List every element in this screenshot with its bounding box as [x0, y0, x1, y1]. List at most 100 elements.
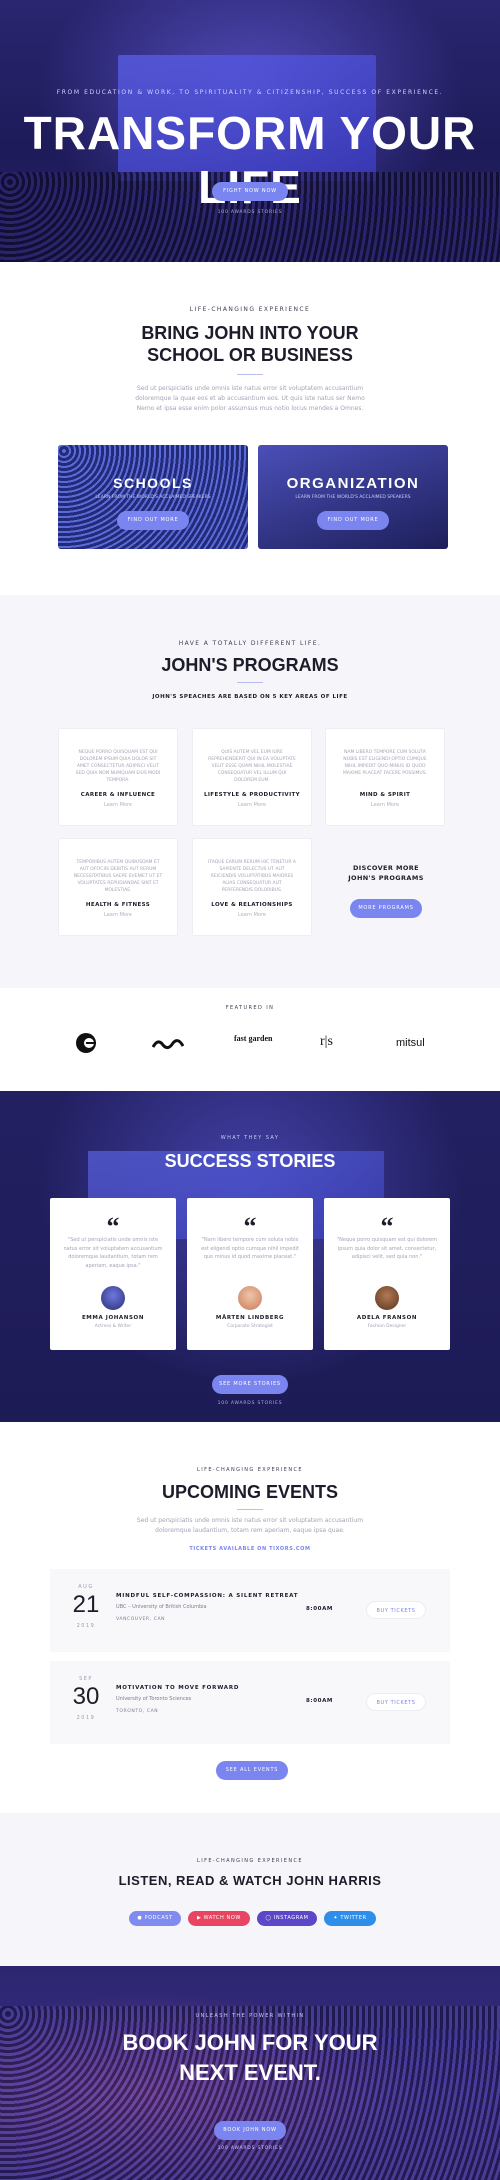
program-card[interactable]: NEQUE PORRO QUISQUAM EST QUI DOLOREM IPS…: [58, 728, 178, 826]
see-more-stories-button[interactable]: SEE MORE STORIES: [212, 1375, 288, 1394]
hero-tagline: FROM EDUCATION & WORK, TO SPIRITUALITY &…: [56, 89, 444, 96]
buy-tickets-button[interactable]: BUY TICKETS: [366, 1693, 426, 1711]
bring-title-line-2: SCHOOL OR BUSINESS: [147, 345, 353, 365]
hero-section: FROM EDUCATION & WORK, TO SPIRITUALITY &…: [0, 0, 500, 262]
event-venue: University of Toronto Sciences: [116, 1696, 192, 1702]
event-title: MINDFUL SELF-COMPASSION: A SILENT RETREA…: [116, 1593, 299, 1599]
avatar: [375, 1286, 399, 1310]
event-row: SEP 30 2019 MOTIVATION TO MOVE FORWARD U…: [50, 1661, 450, 1744]
program-card-title: MIND & SPIRIT: [359, 792, 411, 798]
event-time: 8:00AM: [306, 1698, 334, 1704]
bring-paragraph-line: doloremque la quae eos et ab accusantium…: [135, 395, 365, 402]
podcast-label: PODCAST: [144, 1915, 173, 1921]
event-location: VANCOUVER, CAN: [116, 1617, 166, 1622]
featured-logo-fast-garden: fast garden: [234, 1034, 273, 1043]
see-all-events-button[interactable]: SEE ALL EVENTS: [216, 1761, 288, 1780]
testimonial-text: "Sed ut perspiciatis unde omnis iste nat…: [63, 1237, 163, 1269]
program-card-title: HEALTH & FITNESS: [85, 902, 151, 908]
instagram-button[interactable]: ◯ INSTAGRAM: [257, 1911, 317, 1926]
book-john-now-button[interactable]: BOOK JOHN NOW: [214, 2121, 286, 2140]
event-row: AUG 21 2019 MINDFUL SELF-COMPASSION: A S…: [50, 1569, 450, 1652]
bring-title-line-1: BRING JOHN INTO YOUR: [141, 323, 359, 343]
watch-now-label: WATCH NOW: [203, 1915, 241, 1921]
programs-eyebrow: HAVE A TOTALLY DIFFERENT LIFE.: [178, 640, 322, 647]
success-stories-section: WHAT THEY SAY SUCCESS STORIES “ "Sed ut …: [0, 1091, 500, 1422]
programs-subtitle: JOHN'S SPEACHES ARE BASED ON 5 KEY AREAS…: [152, 694, 348, 700]
stories-title: SUCCESS STORIES: [164, 1151, 336, 1171]
organization-card-title: ORGANIZATION: [286, 475, 420, 492]
schools-card[interactable]: SCHOOLS LEARN FROM THE WORLD'S ACCLAIMED…: [58, 445, 248, 549]
featured-logo-wave: [151, 1036, 185, 1050]
event-year: 2019: [76, 1715, 96, 1721]
events-paragraph: Sed ut perspiciatis unde omnis iste natu…: [130, 1516, 370, 1536]
featured-label: FEATURED IN: [225, 1005, 275, 1011]
more-programs-button[interactable]: MORE PROGRAMS: [350, 899, 422, 918]
bring-john-section: LIFE-CHANGING EXPERIENCE BRING JOHN INTO…: [0, 262, 500, 595]
program-card-text: NAM LIBERO TEMPORE CUM SOLUTA NOBIS EST …: [342, 750, 428, 776]
event-day: 21: [72, 1591, 100, 1618]
program-card-text: NEQUE PORRO QUISQUAM EST QUI DOLOREM IPS…: [75, 750, 161, 783]
program-card[interactable]: ITAQUE EARUM RERUM HIC TENETUR A SAPIENT…: [192, 838, 312, 936]
program-card-text: ITAQUE EARUM RERUM HIC TENETUR A SAPIENT…: [208, 860, 296, 893]
bring-paragraph: Sed ut perspiciatis unde omnis iste natu…: [130, 384, 370, 414]
testimonial-card: “ "Sed ut perspiciatis unde omnis iste n…: [50, 1198, 176, 1350]
twitter-button[interactable]: ✦ TWITTER: [324, 1911, 376, 1926]
program-learn-more-link[interactable]: Learn More: [59, 912, 177, 918]
program-card-title: CAREER & INFLUENCE: [80, 792, 156, 798]
event-title: MOTIVATION TO MOVE FORWARD: [116, 1685, 240, 1691]
program-card-text: QUIS AUTEM VEL EUM IURE REPREHENDERIT QU…: [208, 750, 296, 783]
stories-caption: 100 AWARDS STORIES: [217, 1401, 283, 1406]
listen-title: LISTEN, READ & WATCH JOHN HARRIS: [118, 1873, 382, 1888]
testimonial-name: EMMA JOHANSON: [81, 1315, 145, 1321]
organization-find-out-more-button[interactable]: FIND OUT MORE: [317, 511, 389, 530]
discover-more-programs-text: DISCOVER MORE JOHN'S PROGRAMS: [348, 864, 424, 882]
organization-card[interactable]: ORGANIZATION LEARN FROM THE WORLD'S ACCL…: [258, 445, 448, 549]
testimonial-text: "Neque porro quisquam est qui dolorem ip…: [336, 1237, 438, 1260]
podcast-button[interactable]: ● PODCAST: [129, 1911, 181, 1926]
event-day: 30: [72, 1683, 100, 1710]
buy-tickets-button[interactable]: BUY TICKETS: [366, 1601, 426, 1619]
book-title-line-2: NEXT EVENT.: [179, 2060, 321, 2085]
event-venue: UBC – University of British Columbia: [116, 1604, 207, 1610]
program-learn-more-link[interactable]: Learn More: [193, 912, 311, 918]
events-title: UPCOMING EVENTS: [161, 1482, 339, 1502]
book-caption: 100 AWARDS STORIES: [217, 2146, 283, 2151]
tickets-available-link[interactable]: TICKETS AVAILABLE ON TIXORS.COM: [0, 1546, 500, 1552]
program-learn-more-link[interactable]: Learn More: [193, 802, 311, 808]
book-title-line-1: BOOK JOHN FOR YOUR: [122, 2030, 378, 2055]
bring-paragraph-line: Nemo et ipsa esse enim polor assumsus mu…: [136, 405, 364, 412]
instagram-icon: ◯: [265, 1915, 274, 1921]
twitter-label: TWITTER: [340, 1915, 367, 1921]
watch-now-button[interactable]: ▶ WATCH NOW: [188, 1911, 250, 1926]
program-learn-more-link[interactable]: Learn More: [326, 802, 444, 808]
bring-title: BRING JOHN INTO YOUR SCHOOL OR BUSINESS: [0, 322, 500, 366]
play-icon: ▶: [197, 1915, 204, 1921]
event-month: AUG: [78, 1584, 94, 1590]
program-card[interactable]: NAM LIBERO TEMPORE CUM SOLUTA NOBIS EST …: [325, 728, 445, 826]
testimonial-name: MÅRTEN LINDBERG: [215, 1315, 285, 1321]
podcast-icon: ●: [137, 1915, 145, 1921]
book-john-section: UNLEASH THE POWER WITHIN BOOK JOHN FOR Y…: [0, 1966, 500, 2180]
events-paragraph-line: doloremque laudantium, totam rem aperiam…: [155, 1527, 345, 1534]
bring-paragraph-line: Sed ut perspiciatis unde omnis iste natu…: [136, 385, 364, 392]
program-card[interactable]: QUIS AUTEM VEL EUM IURE REPREHENDERIT QU…: [192, 728, 312, 826]
testimonial-name: ADELA FRANSON: [356, 1315, 418, 1321]
program-learn-more-link[interactable]: Learn More: [59, 802, 177, 808]
event-month: SEP: [79, 1676, 93, 1682]
featured-logo-e: [75, 1032, 97, 1054]
program-card-title: LIFESTYLE & PRODUCTIVITY: [203, 792, 301, 798]
programs-section: HAVE A TOTALLY DIFFERENT LIFE. JOHN'S PR…: [0, 595, 500, 988]
programs-divider: [237, 682, 263, 683]
program-card-title: LOVE & RELATIONSHIPS: [211, 902, 293, 908]
hero-cta-button[interactable]: FIGHT NOW NOW: [212, 182, 288, 201]
listen-read-watch-section: LIFE-CHANGING EXPERIENCE LISTEN, READ & …: [0, 1813, 500, 1966]
schools-find-out-more-button[interactable]: FIND OUT MORE: [117, 511, 189, 530]
events-paragraph-line: Sed ut perspiciatis unde omnis iste natu…: [136, 1517, 364, 1524]
schools-card-title: SCHOOLS: [113, 475, 193, 491]
testimonial-role: Actress & Writer: [94, 1324, 132, 1329]
program-card[interactable]: TEMPORIBUS AUTEM QUIBUSDAM ET AUT OFFICI…: [58, 838, 178, 936]
hero-caption: 100 AWARDS STORIES: [217, 210, 283, 215]
event-location: TORONTO, CAN: [116, 1709, 159, 1714]
upcoming-events-section: LIFE-CHANGING EXPERIENCE UPCOMING EVENTS…: [0, 1422, 500, 1813]
event-time: 8:00AM: [306, 1606, 334, 1612]
